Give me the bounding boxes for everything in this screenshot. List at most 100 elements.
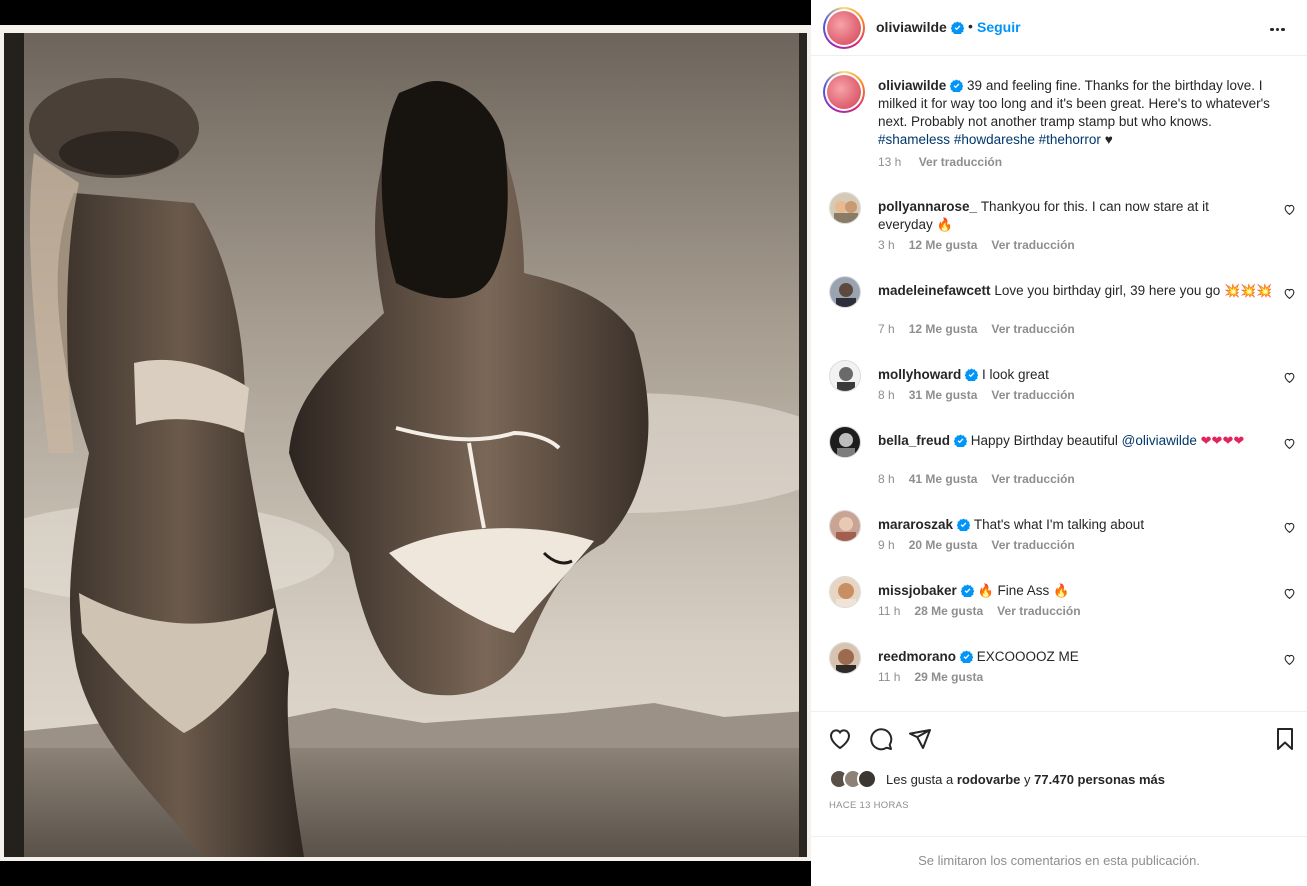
comment-translate-link[interactable]: Ver traducción [991, 538, 1074, 552]
comment-body: Happy Birthday beautiful [970, 433, 1118, 448]
comment-like-heart-icon[interactable] [1283, 437, 1296, 450]
post-timestamp[interactable]: HACE 13 HORAS [829, 800, 909, 811]
caption-heart-emoji: ♥ [1104, 132, 1113, 147]
commenter-username[interactable]: missjobaker [878, 583, 957, 598]
comment-meta: 8 h 31 Me gusta Ver traducción [878, 388, 1089, 402]
comment-likes[interactable]: 12 Me gusta [909, 322, 978, 336]
liked-by-others[interactable]: 77.470 personas más [1034, 772, 1165, 787]
comment-likes[interactable]: 31 Me gusta [909, 388, 978, 402]
comment-text: mararoszak That's what I'm talking about [878, 516, 1278, 534]
commenter-avatar[interactable] [829, 426, 861, 458]
comment-time[interactable]: 8 h [878, 388, 895, 402]
comment-text: reedmorano EXCOOOOZ ME [878, 648, 1278, 666]
comments-limited-notice: Se limitaron los comentarios en esta pub… [811, 836, 1307, 886]
hashtag-shameless[interactable]: #shameless [878, 132, 950, 147]
comment-time[interactable]: 7 h [878, 322, 895, 336]
comment-likes[interactable]: 29 Me gusta [914, 670, 983, 684]
post-side-panel: oliviawilde • Seguir oliviawilde 39 and … [811, 0, 1307, 886]
commenter-username[interactable]: pollyannarose_ [878, 199, 977, 214]
caption-username[interactable]: oliviawilde [878, 78, 946, 93]
commenter-username[interactable]: bella_freud [878, 433, 950, 448]
likes-summary[interactable]: Les gusta a rodovarbe y 77.470 personas … [886, 772, 1165, 787]
caption-time[interactable]: 13 h [878, 155, 901, 169]
comment-time[interactable]: 11 h [878, 604, 900, 618]
post-media[interactable] [0, 0, 811, 886]
hashtag-howdareshe[interactable]: #howdareshe [954, 132, 1035, 147]
comment-likes[interactable]: 41 Me gusta [909, 472, 978, 486]
comment-like-heart-icon[interactable] [1283, 587, 1296, 600]
comment-mention[interactable]: @oliviawilde [1122, 433, 1197, 448]
follow-button[interactable]: Seguir [977, 19, 1021, 35]
verified-icon [957, 518, 971, 531]
photo-frame [0, 25, 811, 861]
commenter-username[interactable]: mollyhoward [878, 367, 961, 382]
comment-time[interactable]: 3 h [878, 238, 895, 252]
post-header: oliviawilde • Seguir [811, 0, 1307, 56]
commenter-avatar[interactable] [829, 576, 861, 608]
comment-meta: 8 h 41 Me gusta Ver traducción [878, 472, 1089, 486]
verified-icon [950, 21, 964, 34]
comment-likes[interactable]: 12 Me gusta [909, 238, 978, 252]
comment-body: Fine Ass [997, 583, 1050, 598]
comments-list[interactable]: oliviawilde 39 and feeling fine. Thanks … [811, 57, 1307, 711]
comment-text: pollyannarose_ Thankyou for this. I can … [878, 198, 1278, 234]
post-photo[interactable] [4, 33, 807, 857]
commenter-username[interactable]: reedmorano [878, 649, 956, 664]
hashtag-thehorror[interactable]: #thehorror [1039, 132, 1101, 147]
comment-meta: 7 h 12 Me gusta Ver traducción [878, 322, 1089, 336]
comment-like-heart-icon[interactable] [1283, 371, 1296, 384]
comment-time[interactable]: 8 h [878, 472, 895, 486]
caption-avatar[interactable] [823, 71, 865, 113]
comment-translate-link[interactable]: Ver traducción [997, 604, 1080, 618]
fire-emoji: 🔥 [977, 583, 994, 598]
comment-body: Love you birthday girl, 39 here you go [994, 283, 1221, 298]
caption-meta: 13 h Ver traducción [878, 155, 1016, 169]
comment-like-heart-icon[interactable] [1283, 287, 1296, 300]
comment-text: bella_freud Happy Birthday beautiful @ol… [878, 432, 1278, 450]
comment-icon[interactable] [869, 727, 893, 751]
caption-translate-link[interactable]: Ver traducción [919, 155, 1002, 169]
commenter-username[interactable]: mararoszak [878, 517, 953, 532]
red-heart-emoji: ❤❤❤❤ [1200, 433, 1245, 448]
commenter-avatar[interactable] [829, 642, 861, 674]
comment-time[interactable]: 11 h [878, 670, 900, 684]
comment-like-heart-icon[interactable] [1283, 521, 1296, 534]
share-icon[interactable] [908, 727, 932, 751]
verified-icon [960, 584, 974, 597]
comment-translate-link[interactable]: Ver traducción [991, 388, 1074, 402]
commenter-avatar[interactable] [829, 192, 861, 224]
liker-avatar [857, 769, 877, 789]
comment-meta: 11 h 28 Me gusta Ver traducción [878, 604, 1095, 618]
comment-translate-link[interactable]: Ver traducción [991, 322, 1074, 336]
fire-emoji: 🔥 [1053, 583, 1070, 598]
comment-like-heart-icon[interactable] [1283, 203, 1296, 216]
author-avatar[interactable] [823, 7, 865, 49]
bookmark-icon[interactable] [1273, 727, 1297, 751]
more-options-icon[interactable] [1269, 18, 1293, 38]
comment-meta: 11 h 29 Me gusta [878, 670, 997, 684]
comment-likes[interactable]: 28 Me gusta [914, 604, 983, 618]
comment-time[interactable]: 9 h [878, 538, 895, 552]
beach-photo-illustration [4, 33, 807, 857]
verified-icon [954, 434, 968, 447]
comment-translate-link[interactable]: Ver traducción [991, 238, 1074, 252]
post-actions: Les gusta a rodovarbe y 77.470 personas … [811, 711, 1307, 836]
collision-emoji: 💥💥💥 [1223, 283, 1273, 298]
comment-meta: 9 h 20 Me gusta Ver traducción [878, 538, 1089, 552]
verified-icon [960, 650, 974, 663]
commenter-avatar[interactable] [829, 276, 861, 308]
commenter-avatar[interactable] [829, 510, 861, 542]
comment-text: mollyhoward I look great [878, 366, 1278, 384]
fire-emoji: 🔥 [936, 217, 953, 232]
commenter-avatar[interactable] [829, 360, 861, 392]
comment-translate-link[interactable]: Ver traducción [991, 472, 1074, 486]
comment-text: missjobaker 🔥 Fine Ass 🔥 [878, 582, 1278, 600]
comment-body: EXCOOOOZ ME [976, 649, 1079, 664]
comment-body: I look great [982, 367, 1049, 382]
liked-by-user[interactable]: rodovarbe [957, 772, 1021, 787]
commenter-username[interactable]: madeleinefawcett [878, 283, 991, 298]
comment-like-heart-icon[interactable] [1283, 653, 1296, 666]
heart-icon[interactable] [828, 727, 852, 751]
author-username[interactable]: oliviawilde [876, 19, 964, 35]
comment-likes[interactable]: 20 Me gusta [909, 538, 978, 552]
